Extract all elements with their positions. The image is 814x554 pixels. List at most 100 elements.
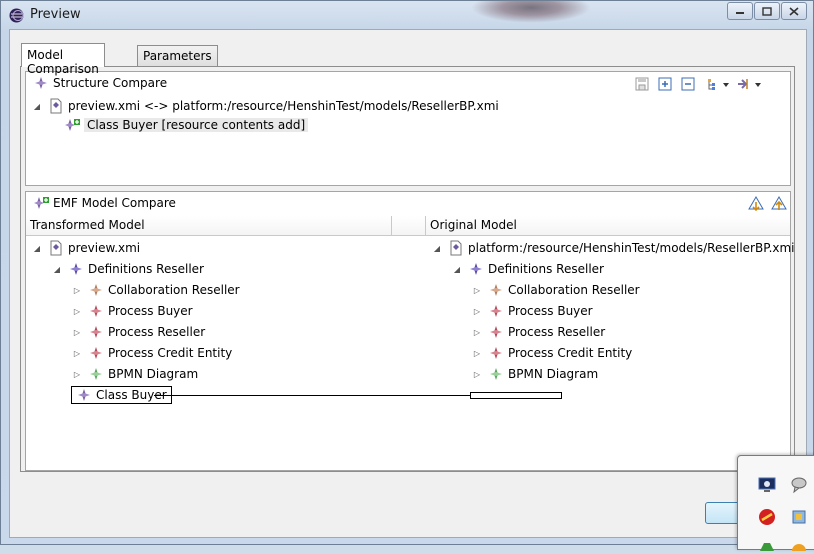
minimize-button[interactable] — [727, 2, 753, 20]
title-decoration — [471, 1, 591, 23]
maximize-button[interactable] — [754, 2, 780, 20]
structure-child-row[interactable]: Class Buyer [resource contents add] — [64, 115, 309, 135]
collaboration-icon — [488, 282, 504, 298]
preview-dialog: Preview Model Comparison Parameters Stru… — [0, 0, 814, 554]
expand-all-icon[interactable] — [655, 75, 675, 93]
transformed-model-header[interactable]: Transformed Model — [26, 216, 392, 236]
right-definitions-label: Definitions Reseller — [488, 262, 604, 276]
class-icon — [76, 387, 92, 403]
left-root-label: preview.xmi — [68, 241, 141, 255]
expanded-arrow-icon[interactable]: ◢ — [32, 102, 42, 111]
right-child-row[interactable]: ▷ Process Credit Entity — [472, 343, 632, 363]
left-child-row[interactable]: ▷ Process Reseller — [72, 322, 205, 342]
title-bar: Preview — [1, 1, 813, 29]
collapsed-arrow-icon[interactable]: ▷ — [72, 349, 82, 358]
structure-root-row[interactable]: ◢ preview.xmi <-> platform:/resource/Hen… — [32, 96, 499, 116]
diagram-icon — [88, 366, 104, 382]
notification-tray-popup — [737, 455, 814, 554]
collapsed-arrow-icon[interactable]: ▷ — [72, 307, 82, 316]
collapsed-arrow-icon[interactable]: ▷ — [72, 370, 82, 379]
right-root-row[interactable]: ◢ platform:/resource/HenshinTest/models/… — [432, 238, 795, 258]
speech-bubble-icon[interactable] — [790, 476, 808, 494]
difference-connector — [392, 395, 426, 396]
emf-compare-icon — [34, 196, 50, 213]
compare-icon — [34, 76, 48, 93]
dialog-content: Model Comparison Parameters Structure Co… — [9, 29, 807, 538]
eclipse-icon — [9, 8, 24, 23]
close-button[interactable] — [781, 2, 807, 20]
class-add-icon — [64, 117, 80, 133]
green-app-icon[interactable] — [758, 540, 776, 551]
left-child-row[interactable]: ▷ Collaboration Reseller — [72, 280, 240, 300]
right-definitions-row[interactable]: ◢ Definitions Reseller — [452, 259, 604, 279]
difference-connector — [154, 395, 392, 396]
group-by-icon[interactable] — [706, 75, 732, 93]
process-icon — [88, 345, 104, 361]
structure-root-label: preview.xmi <-> platform:/resource/Hensh… — [68, 99, 499, 113]
right-root-label: platform:/resource/HenshinTest/models/Re… — [468, 241, 795, 255]
definitions-icon — [468, 261, 484, 277]
left-child-label: BPMN Diagram — [108, 367, 199, 381]
process-icon — [88, 303, 104, 319]
collapsed-arrow-icon[interactable]: ▷ — [472, 286, 482, 295]
collapsed-arrow-icon[interactable]: ▷ — [472, 307, 482, 316]
expanded-arrow-icon[interactable]: ◢ — [452, 265, 462, 274]
previous-difference-icon[interactable] — [769, 195, 789, 213]
right-child-row[interactable]: ▷ Process Reseller — [472, 322, 605, 342]
expanded-arrow-icon[interactable]: ◢ — [432, 244, 442, 253]
xmi-file-icon — [48, 240, 64, 256]
original-model-header[interactable]: Original Model — [426, 216, 790, 236]
difference-connector — [426, 395, 470, 396]
definitions-icon — [68, 261, 84, 277]
left-child-row[interactable]: ▷ Process Buyer — [72, 301, 193, 321]
emf-compare-pane: EMF Model Compare Transformed Model Orig… — [25, 191, 795, 471]
right-child-label: Collaboration Reseller — [508, 283, 640, 297]
left-child-label: Process Credit Entity — [108, 346, 233, 360]
expanded-arrow-icon[interactable]: ◢ — [52, 265, 62, 274]
left-definitions-label: Definitions Reseller — [88, 262, 204, 276]
next-difference-icon[interactable] — [746, 195, 766, 213]
right-child-row[interactable]: ▷ Process Buyer — [472, 301, 593, 321]
collapsed-arrow-icon[interactable]: ▷ — [472, 370, 482, 379]
left-child-label: Process Buyer — [108, 304, 193, 318]
emf-compare-title: EMF Model Compare — [53, 196, 176, 210]
process-icon — [88, 324, 104, 340]
window-title: Preview — [30, 7, 81, 22]
diagram-icon — [488, 366, 504, 382]
tab-parameters[interactable]: Parameters — [137, 45, 218, 67]
right-child-row[interactable]: ▷ BPMN Diagram — [472, 364, 598, 384]
collaboration-icon — [88, 282, 104, 298]
left-child-row[interactable]: ▷ Process Credit Entity — [72, 343, 232, 363]
collapsed-arrow-icon[interactable]: ▷ — [72, 328, 82, 337]
collapsed-arrow-icon[interactable]: ▷ — [72, 286, 82, 295]
structure-child-label: Class Buyer [resource contents add] — [84, 118, 309, 132]
left-root-row[interactable]: ◢ preview.xmi — [32, 238, 140, 258]
right-child-label: Process Reseller — [508, 325, 606, 339]
center-column-header[interactable] — [392, 216, 426, 236]
left-definitions-row[interactable]: ◢ Definitions Reseller — [52, 259, 204, 279]
collapsed-arrow-icon[interactable]: ▷ — [472, 328, 482, 337]
blocked-icon[interactable] — [758, 508, 776, 526]
process-icon — [488, 324, 504, 340]
structure-compare-pane: Structure Compare ◢ preview.xmi <-> plat… — [25, 71, 791, 186]
left-child-label: Collaboration Reseller — [108, 283, 240, 297]
collapsed-arrow-icon[interactable]: ▷ — [472, 349, 482, 358]
tab-model-comparison[interactable]: Model Comparison — [21, 43, 105, 76]
insertion-placeholder — [470, 392, 562, 399]
process-icon — [488, 303, 504, 319]
filter-icon[interactable] — [735, 75, 763, 93]
process-icon — [488, 345, 504, 361]
save-icon[interactable] — [632, 75, 652, 93]
right-child-label: Process Credit Entity — [508, 346, 633, 360]
right-child-label: BPMN Diagram — [508, 367, 599, 381]
right-child-label: Process Buyer — [508, 304, 593, 318]
right-child-row[interactable]: ▷ Collaboration Reseller — [472, 280, 640, 300]
model-comparison-panel: Structure Compare ◢ preview.xmi <-> plat… — [20, 66, 795, 472]
collapse-all-icon[interactable] — [678, 75, 698, 93]
orange-app-icon[interactable] — [790, 540, 808, 554]
monitor-icon[interactable] — [758, 476, 776, 494]
expanded-arrow-icon[interactable]: ◢ — [32, 244, 42, 253]
left-child-row[interactable]: ▷ BPMN Diagram — [72, 364, 198, 384]
xmi-file-icon — [448, 240, 464, 256]
network-icon[interactable] — [790, 508, 808, 526]
